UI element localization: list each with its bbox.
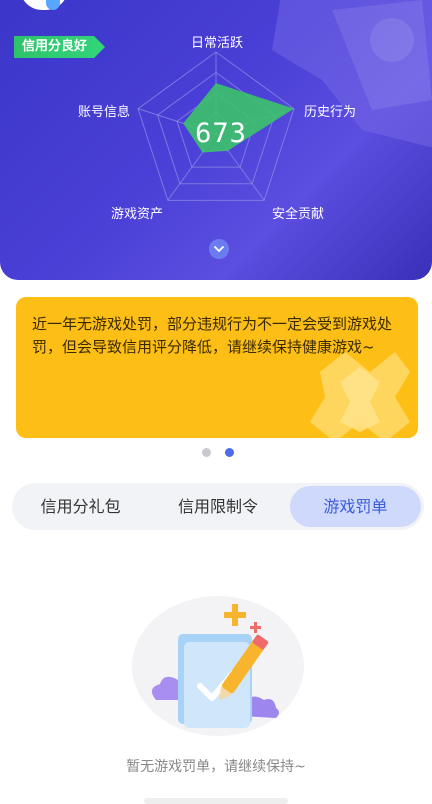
axis-label-assets: 游戏资产: [111, 207, 164, 222]
carousel-dot[interactable]: [202, 448, 211, 457]
chevron-down-icon: [214, 246, 224, 253]
notice-card[interactable]: 近一年无游戏处罚，部分违规行为不一定会受到游戏处罚，但会导致信用评分降低，请继续…: [16, 297, 418, 438]
carousel-dot-active[interactable]: [225, 448, 234, 457]
empty-state-message: 暂无游戏罚单，请继续保持~: [126, 759, 306, 775]
decorative-shape-icon: [310, 352, 410, 438]
home-indicator: [144, 798, 288, 804]
expand-button[interactable]: [209, 239, 229, 259]
credit-score-value: 673: [195, 118, 247, 149]
tab-game-penalty[interactable]: 游戏罚单: [289, 486, 421, 527]
tab-bar: 信用分礼包 信用限制令 游戏罚单: [12, 483, 424, 530]
axis-label-history: 历史行为: [304, 105, 357, 120]
axis-label-security: 安全贡献: [272, 207, 325, 222]
axis-label-daily-active: 日常活跃: [191, 36, 244, 51]
tab-credit-restriction[interactable]: 信用限制令: [152, 486, 283, 527]
credit-score-header: 信用分良好 日常活跃 历史行为 安全贡献 游戏资产 账号信息 673: [0, 0, 432, 280]
carousel-indicator: [202, 448, 234, 457]
tab-credit-gift[interactable]: 信用分礼包: [15, 486, 146, 527]
document-pencil-icon: [132, 596, 304, 736]
axis-label-account: 账号信息: [78, 105, 131, 120]
